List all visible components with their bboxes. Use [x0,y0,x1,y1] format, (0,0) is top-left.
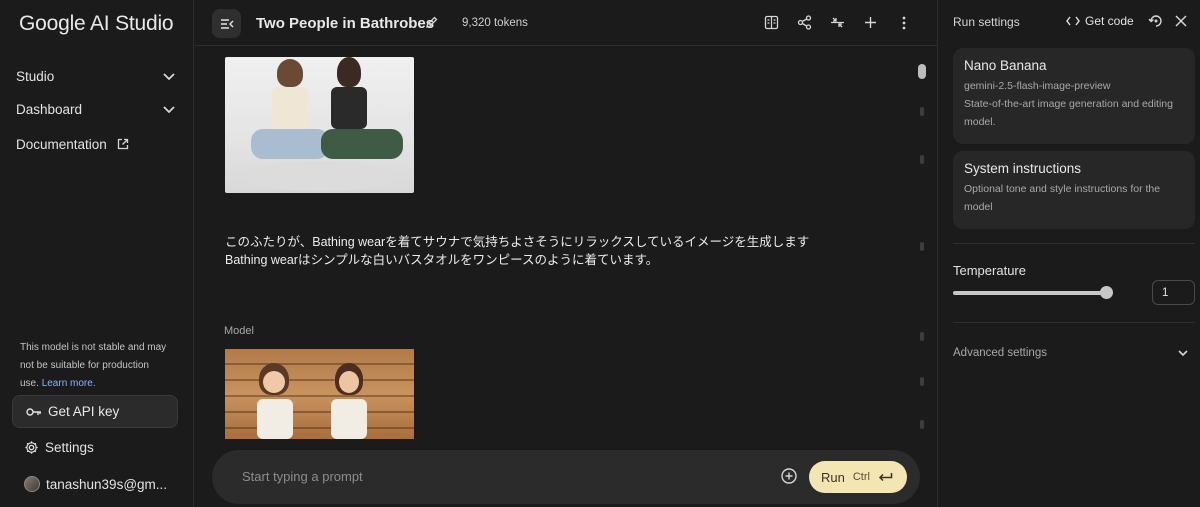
close-icon[interactable] [1173,13,1189,29]
chat-scrollbar-thumb[interactable] [918,64,926,79]
run-settings-panel: Run settings Get code Nano Banana gemini… [937,0,1200,507]
user-uploaded-image[interactable] [225,57,414,193]
chevron-down-icon [163,106,175,114]
edit-icon[interactable] [425,15,439,29]
model-warning: This model is not stable and may not be … [20,339,170,393]
system-instructions-card[interactable]: System instructions Optional tone and st… [953,151,1195,229]
enter-icon [878,472,893,481]
get-code-button[interactable]: Get code [1066,14,1134,28]
get-api-key-button[interactable]: Get API key [12,395,178,428]
run-label: Run [821,469,845,485]
chat-area: このふたりが、Bathing wearを着てサウナで気持ちよさそうにリラックスし… [195,47,937,442]
reset-icon[interactable] [1148,13,1164,29]
advanced-settings-label: Advanced settings [953,347,1047,359]
gear-icon [25,441,38,454]
run-shortcut: Ctrl [852,471,870,483]
toggle-sidebar-button[interactable] [212,9,241,38]
avatar [24,476,40,492]
compress-icon[interactable] [828,13,847,32]
key-icon [26,407,41,416]
settings-label: Settings [45,440,94,455]
main-panel: Two People in Bathrobes 9,320 tokens このふ… [195,0,937,507]
user-message-line: このふたりが、Bathing wearを着てサウナで気持ちよさそうにリラックスし… [225,235,810,249]
sidebar-item-studio[interactable]: Studio [16,64,176,88]
add-icon[interactable] [861,13,880,32]
toolbar-icons [762,13,913,32]
top-bar: Two People in Bathrobes 9,320 tokens [195,0,937,46]
scroll-marker[interactable] [920,420,924,429]
divider [953,322,1195,323]
run-settings-title: Run settings [953,15,1020,29]
sidebar-item-dashboard[interactable]: Dashboard [16,97,176,121]
account-label: tanashun39s@gm... [46,476,168,492]
settings-button[interactable]: Settings [24,440,94,455]
chevron-down-icon [1178,350,1188,357]
page-title: Two People in Bathrobes [256,15,435,32]
system-instructions-title: System instructions [964,161,1082,176]
temperature-label: Temperature [953,263,1026,278]
generated-image[interactable] [225,349,414,439]
model-id: gemini-2.5-flash-image-preview [964,80,1111,92]
model-selector-card[interactable]: Nano Banana gemini-2.5-flash-image-previ… [953,48,1195,144]
share-icon[interactable] [795,13,814,32]
sidebar-item-label: Documentation [16,136,107,152]
user-message-line: Bathing wearはシンプルな白いバスタオルをワンピースのように着ています… [225,253,659,267]
api-key-label: Get API key [48,404,120,419]
account-button[interactable]: tanashun39s@gm... [24,476,167,492]
run-button[interactable]: Run Ctrl [809,461,907,493]
chevron-down-icon [163,73,175,81]
system-instructions-description: Optional tone and style instructions for… [964,183,1161,213]
temperature-slider-track[interactable] [953,291,1107,295]
model-response-label: Model [224,325,254,337]
sidebar-item-documentation[interactable]: Documentation [16,132,176,156]
scroll-marker[interactable] [920,242,924,251]
model-description: State-of-the-art image generation and ed… [964,98,1173,128]
token-count: 9,320 tokens [462,17,528,29]
model-name: Nano Banana [964,58,1047,73]
scroll-marker[interactable] [920,377,924,386]
code-icon [1066,16,1080,26]
temperature-slider-handle[interactable] [1100,286,1113,299]
left-sidebar: Google AI Studio Studio Dashboard Docume… [0,0,194,507]
scroll-marker[interactable] [920,155,924,164]
user-message: このふたりが、Bathing wearを着てサウナで気持ちよさそうにリラックスし… [225,233,809,269]
learn-more-link[interactable]: Learn more. [42,378,96,389]
add-media-icon[interactable] [780,467,798,485]
sidebar-item-label: Studio [16,68,55,84]
get-code-label: Get code [1085,14,1134,28]
advanced-settings-toggle[interactable]: Advanced settings [953,347,1189,359]
prompt-bar: Start typing a prompt Run Ctrl [212,450,920,504]
temperature-input[interactable]: 1 [1152,280,1195,305]
external-link-icon [117,138,128,150]
prompt-input[interactable]: Start typing a prompt [242,469,363,484]
compare-icon[interactable] [762,13,781,32]
scroll-marker[interactable] [920,107,924,116]
divider [953,243,1195,244]
sidebar-item-label: Dashboard [16,101,83,117]
menu-collapse-icon [220,18,233,29]
scroll-marker[interactable] [920,332,924,341]
more-options-icon[interactable] [894,13,913,32]
app-logo[interactable]: Google AI Studio [19,12,174,36]
